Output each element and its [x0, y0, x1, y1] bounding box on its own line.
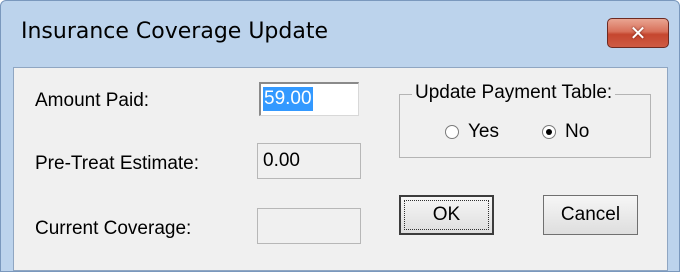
- ok-button-label: OK: [432, 204, 461, 225]
- radio-no-label: No: [565, 121, 590, 142]
- amount-paid-input[interactable]: 59.00: [259, 82, 359, 116]
- pre-treat-estimate-field: 0.00: [257, 143, 361, 179]
- window-title: Insurance Coverage Update: [21, 19, 329, 44]
- amount-paid-label: Amount Paid:: [35, 90, 150, 111]
- cancel-button[interactable]: Cancel: [543, 195, 638, 235]
- dialog-content: Amount Paid: 59.00 Pre-Treat Estimate: 0…: [13, 67, 668, 271]
- current-coverage-field: [257, 208, 361, 244]
- pre-treat-estimate-value: 0.00: [263, 150, 300, 171]
- radio-yes[interactable]: Yes: [445, 121, 499, 143]
- amount-paid-value: 59.00: [263, 87, 313, 111]
- radio-no[interactable]: No: [542, 121, 589, 143]
- update-payment-table-label: Update Payment Table:: [412, 82, 616, 104]
- radio-yes-circle[interactable]: [445, 125, 459, 139]
- cancel-button-label: Cancel: [560, 204, 621, 225]
- radio-yes-label: Yes: [468, 121, 499, 142]
- current-coverage-label: Current Coverage:: [35, 218, 192, 239]
- update-payment-table-group: Update Payment Table: Yes No: [399, 82, 651, 158]
- close-button[interactable]: ✕: [607, 18, 669, 48]
- radio-no-circle[interactable]: [542, 125, 556, 139]
- ok-button[interactable]: OK: [399, 195, 494, 235]
- dialog-window: Insurance Coverage Update ✕ Amount Paid:…: [0, 0, 680, 272]
- title-bar[interactable]: Insurance Coverage Update ✕: [1, 1, 679, 67]
- pre-treat-estimate-label: Pre-Treat Estimate:: [35, 153, 200, 174]
- close-icon: ✕: [629, 21, 647, 45]
